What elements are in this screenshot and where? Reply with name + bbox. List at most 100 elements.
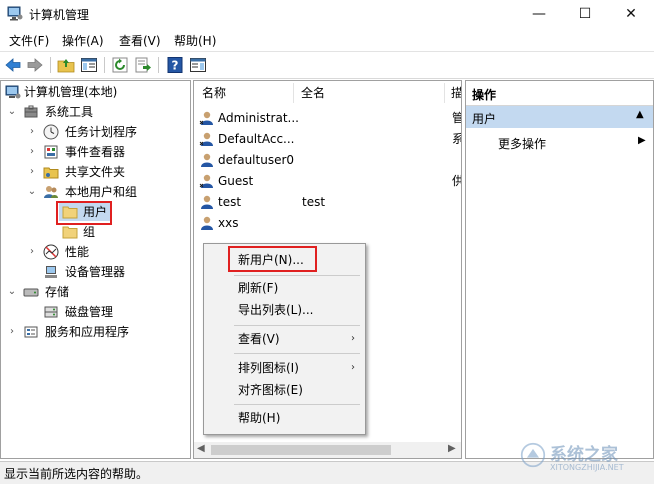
list-item[interactable]: Guest 供 xyxy=(198,171,461,191)
menu-item-refresh[interactable]: 刷新(F) xyxy=(204,278,365,298)
tree-item-storage[interactable]: ⌄ 存储 xyxy=(1,283,190,301)
tree-label: 系统工具 xyxy=(45,105,94,119)
shared-folder-icon xyxy=(43,167,59,179)
device-manager-icon xyxy=(45,266,57,278)
tree-item-event-viewer[interactable]: › 事件查看器 xyxy=(1,143,190,161)
collapsed-chevron-icon[interactable]: › xyxy=(27,143,37,161)
action-more-actions[interactable]: 更多操作 ▶ xyxy=(466,131,653,153)
user-icon xyxy=(201,216,213,230)
tree-item-disk-management[interactable]: 磁盘管理 xyxy=(1,303,190,321)
performance-icon xyxy=(43,244,59,260)
tree-item-system-tools[interactable]: ⌄ 系统工具 xyxy=(1,103,190,121)
submenu-arrow-icon: ▶ xyxy=(638,135,646,146)
list-item[interactable]: DefaultAcc... 系 xyxy=(198,129,461,149)
column-header-fullname[interactable]: 全名 xyxy=(301,81,325,105)
column-divider[interactable] xyxy=(444,83,445,103)
tree-label: 存储 xyxy=(45,285,70,299)
list-item[interactable]: test test xyxy=(198,192,461,212)
collapsed-chevron-icon[interactable]: › xyxy=(7,323,17,341)
user-name: Administrat... xyxy=(218,111,299,125)
forward-arrow-icon[interactable] xyxy=(26,56,44,74)
expanded-chevron-icon[interactable]: ⌄ xyxy=(27,183,37,201)
tree-item-local-users-groups[interactable]: ⌄ 本地用户和组 xyxy=(1,183,190,201)
scroll-left-icon[interactable]: ◀ xyxy=(197,443,205,454)
user-description: 供 xyxy=(452,174,461,188)
collapsed-chevron-icon[interactable]: › xyxy=(27,123,37,141)
highlight-box-new-user xyxy=(228,246,317,272)
help-icon[interactable]: ? xyxy=(166,56,184,74)
user-name: Guest xyxy=(218,174,254,188)
expanded-chevron-icon[interactable]: ⌄ xyxy=(7,103,17,121)
tree-item-groups[interactable]: 组 xyxy=(59,223,119,241)
scrollbar-thumb[interactable] xyxy=(211,445,391,455)
action-pane-title: 操作 xyxy=(472,88,497,102)
user-name: DefaultAcc... xyxy=(218,132,295,146)
list-item[interactable]: defaultuser0 xyxy=(198,150,461,170)
toolbar-separator xyxy=(158,57,159,73)
menu-action[interactable]: 操作(A) xyxy=(62,32,104,49)
disk-management-icon xyxy=(44,306,58,318)
user-description: 管 xyxy=(452,111,461,125)
collapse-up-icon[interactable]: ▲ xyxy=(636,109,644,120)
list-header: 名称 全名 描 xyxy=(194,81,461,105)
show-hide-action-pane-icon[interactable] xyxy=(189,56,207,74)
close-button[interactable]: ✕ xyxy=(608,0,654,28)
action-pane-header: 操作 xyxy=(466,81,653,106)
column-header-description[interactable]: 描 xyxy=(451,81,461,105)
collapsed-chevron-icon[interactable]: › xyxy=(27,163,37,181)
refresh-icon[interactable] xyxy=(111,56,129,74)
tree-item-device-manager[interactable]: 设备管理器 xyxy=(1,263,190,281)
menu-item-help[interactable]: 帮助(H) xyxy=(204,408,365,428)
horizontal-scrollbar[interactable]: ◀ ▶ xyxy=(194,442,461,458)
watermark-main-text: 系统之家 xyxy=(550,445,618,465)
menu-item-label: 查看(V) xyxy=(238,332,280,346)
tree-item-performance[interactable]: › 性能 xyxy=(1,243,190,261)
tree-label: 共享文件夹 xyxy=(65,165,126,179)
action-section-users[interactable]: 用户 ▲ xyxy=(466,106,653,128)
menu-item-label: 导出列表(L)... xyxy=(238,303,314,317)
minimize-button[interactable]: — xyxy=(516,0,562,28)
up-folder-icon[interactable] xyxy=(57,56,75,74)
event-viewer-icon xyxy=(44,145,58,159)
tree-item-task-scheduler[interactable]: › 任务计划程序 xyxy=(1,123,190,141)
collapsed-chevron-icon[interactable]: › xyxy=(27,243,37,261)
menu-view[interactable]: 查看(V) xyxy=(119,32,161,49)
tree-label: 组 xyxy=(83,225,96,239)
user-name: xxs xyxy=(218,216,239,230)
list-item[interactable]: xxs xyxy=(198,213,461,233)
menu-item-line-up-icons[interactable]: 对齐图标(E) xyxy=(204,380,365,400)
column-divider[interactable] xyxy=(293,83,294,103)
export-list-icon[interactable] xyxy=(134,56,152,74)
scroll-right-icon[interactable]: ▶ xyxy=(448,443,456,454)
user-name: test xyxy=(218,195,242,209)
menu-separator xyxy=(234,325,360,326)
tree-item-services-apps[interactable]: › 服务和应用程序 xyxy=(1,323,190,341)
menu-item-label: 排列图标(I) xyxy=(238,361,299,375)
menu-help[interactable]: 帮助(H) xyxy=(174,32,216,49)
list-item[interactable]: Administrat... 管 xyxy=(198,108,461,128)
tree-label: 本地用户和组 xyxy=(65,185,138,199)
menu-item-view[interactable]: 查看(V) › xyxy=(204,329,365,349)
back-arrow-icon[interactable] xyxy=(4,56,22,74)
user-name: defaultuser0 xyxy=(218,153,295,167)
storage-icon xyxy=(23,288,39,297)
menu-item-arrange-icons[interactable]: 排列图标(I) › xyxy=(204,358,365,378)
watermark-logo-icon xyxy=(520,442,546,468)
tree-item-shared-folders[interactable]: › 共享文件夹 xyxy=(1,163,190,181)
menu-file[interactable]: 文件(F) xyxy=(9,32,49,49)
user-icon xyxy=(199,132,213,146)
column-header-name[interactable]: 名称 xyxy=(202,81,226,105)
user-icon xyxy=(199,174,213,188)
action-section-title: 用户 xyxy=(472,112,497,126)
tree-item-computer-management[interactable]: 计算机管理(本地) xyxy=(1,83,190,101)
menu-item-label: 帮助(H) xyxy=(238,411,281,425)
maximize-button[interactable]: ☐ xyxy=(562,0,608,28)
services-icon xyxy=(24,326,38,338)
menu-item-export-list[interactable]: 导出列表(L)... xyxy=(204,300,365,320)
expanded-chevron-icon[interactable]: ⌄ xyxy=(7,283,17,301)
menu-bar: 文件(F) 操作(A) 查看(V) 帮助(H) xyxy=(0,28,654,50)
menu-item-label: 对齐图标(E) xyxy=(238,383,303,397)
user-icon xyxy=(201,195,213,209)
show-hide-console-tree-icon[interactable] xyxy=(80,56,98,74)
tree-label: 服务和应用程序 xyxy=(45,325,130,339)
